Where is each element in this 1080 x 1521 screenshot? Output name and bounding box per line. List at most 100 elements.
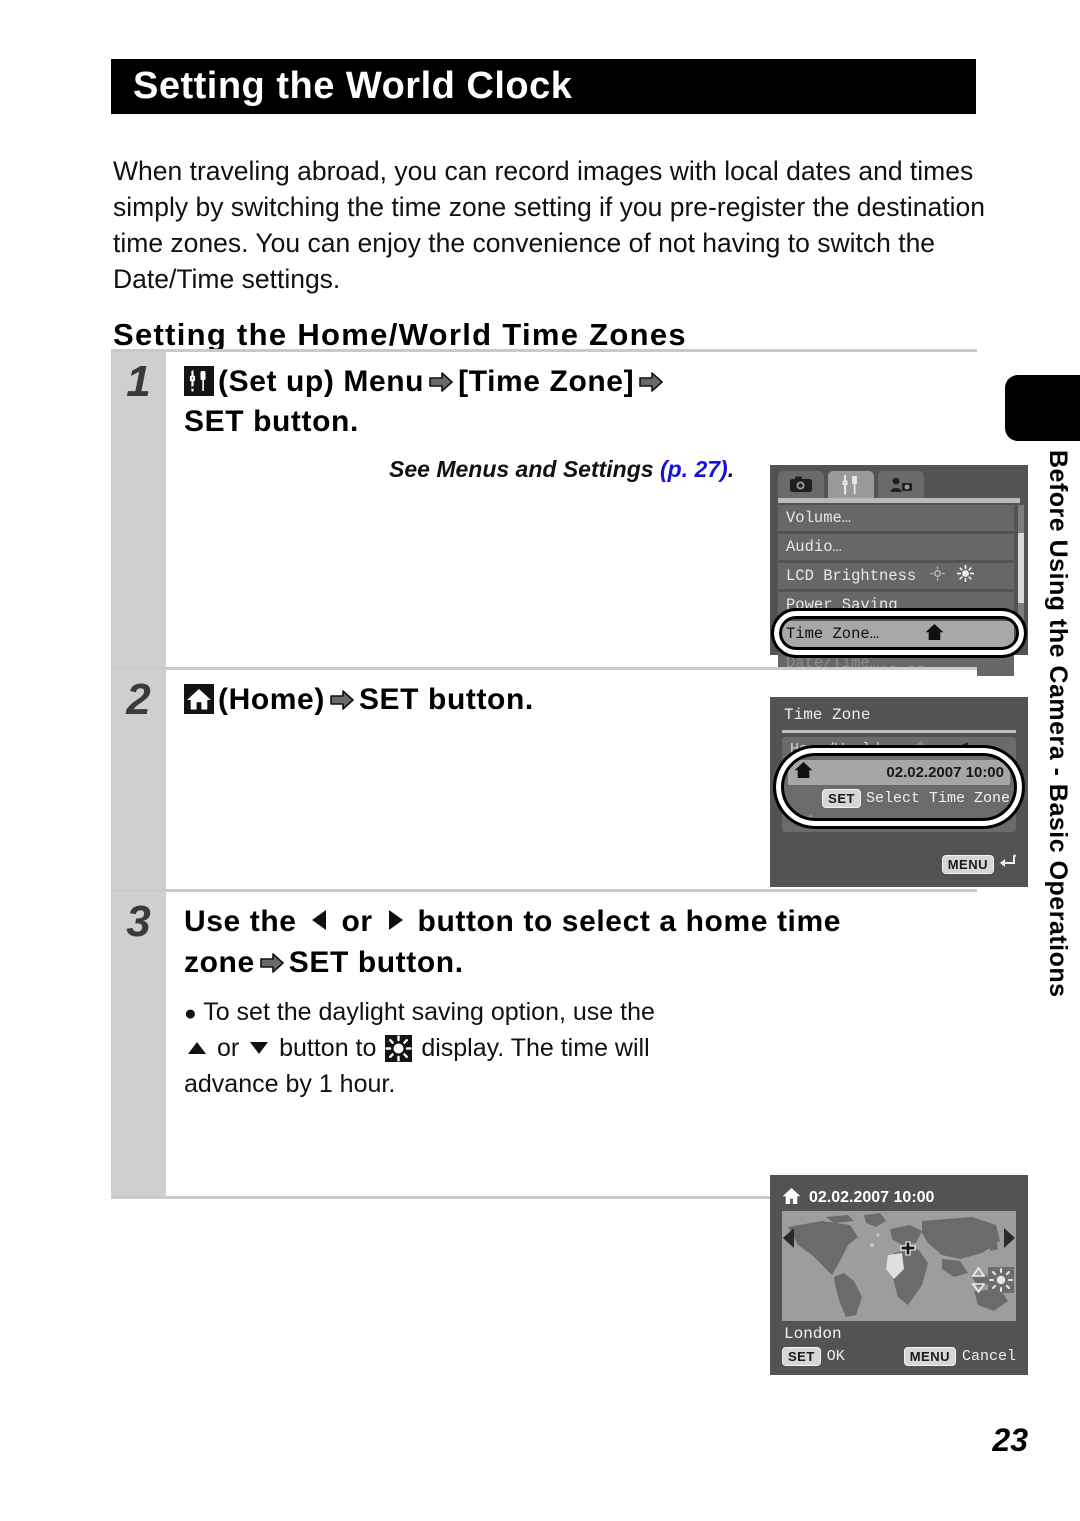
section-title: Setting the Home/World Time Zones xyxy=(113,316,687,352)
tab-setup[interactable] xyxy=(828,471,874,498)
home-time-zone-row[interactable]: 02.02.2007 10:00 xyxy=(788,760,1010,785)
arrow-right-icon xyxy=(329,683,355,710)
step-1: 1 (Set up) Menu [Time Zone] SET button. S… xyxy=(111,349,1028,681)
time-zone-screen-title: Time Zone xyxy=(784,706,871,724)
steps-list: 1 (Set up) Menu [Time Zone] SET button. S… xyxy=(111,349,1028,1375)
menu-tab-bar xyxy=(778,471,924,498)
menu-item-power-saving-label: Power Saving xyxy=(786,596,898,614)
menu-action-label: Cancel xyxy=(961,1348,1016,1365)
home-icon xyxy=(925,623,944,646)
bullet-note-text-1: To set the daylight saving option, use t… xyxy=(203,998,655,1026)
step-3-heading-text-5: SET button. xyxy=(288,946,464,979)
home-world-label: Home/World xyxy=(790,741,881,758)
daylight-saving-icon xyxy=(988,1267,1014,1298)
brightness-dim-icon xyxy=(930,566,946,586)
step-3-bullet-note: ● To set the daylight saving option, use… xyxy=(184,995,684,1102)
step-3-heading: Use the or button to select a home time … xyxy=(184,902,977,983)
arrow-left-icon xyxy=(309,903,330,943)
chapter-tab-marker xyxy=(1005,375,1080,441)
step-3-heading-text-4: zone xyxy=(184,946,255,979)
time-zone-title-rule xyxy=(782,730,1016,733)
set-badge: SET xyxy=(822,789,861,808)
select-time-zone-hint-text: Select Time Zone xyxy=(865,790,1010,807)
step-3: 3 Use the or button to select a home tim… xyxy=(111,889,1028,1375)
map-footer-hints: SET OK MENU Cancel xyxy=(782,1347,1016,1366)
step-1-body: (Set up) Menu [Time Zone] SET button. See… xyxy=(166,352,1028,681)
arrow-right-icon xyxy=(638,365,664,392)
step-3-body: Use the or button to select a home time … xyxy=(166,892,1028,1375)
step-1-heading-text-2: [Time Zone] xyxy=(458,365,635,398)
menu-item-volume-label: Volume… xyxy=(786,509,852,527)
menu-return-hint: MENU xyxy=(941,854,1016,875)
tab-camera[interactable] xyxy=(778,471,824,498)
cross-reference-text: See Menus and Settings xyxy=(389,456,660,482)
menu-badge: MENU xyxy=(941,855,994,874)
bullet-point-icon: ● xyxy=(184,1002,197,1025)
tab-my-camera[interactable] xyxy=(878,471,924,498)
step-2-number-column: 2 xyxy=(111,670,166,889)
select-time-zone-hint: SET Select Time Zone xyxy=(788,789,1010,808)
menu-item-volume[interactable]: Volume… xyxy=(778,505,1014,531)
plane-tab-icon[interactable] xyxy=(950,739,969,761)
brightness-bright-icon xyxy=(957,564,975,587)
menu-item-lcd-brightness[interactable]: LCD Brightness xyxy=(778,563,1014,589)
step-2: 2 (Home) SET button. Time Zone Home/World xyxy=(111,667,1028,889)
arrow-right-icon xyxy=(259,946,285,973)
map-city-label: London xyxy=(784,1325,842,1343)
map-next-zone-arrow[interactable] xyxy=(1002,1227,1016,1249)
menu-item-audio-label: Audio… xyxy=(786,538,842,556)
set-badge: SET xyxy=(782,1347,821,1366)
page-title-bar: Setting the World Clock xyxy=(111,59,976,114)
step-2-heading-text-2: SET button. xyxy=(358,683,534,716)
menu-item-power-saving[interactable]: Power Saving xyxy=(778,592,1014,618)
page-title: Setting the World Clock xyxy=(133,65,573,107)
plane-icon xyxy=(794,811,813,833)
step-1-heading-text-3: SET button. xyxy=(184,405,359,438)
step-3-heading-text-2: or xyxy=(341,905,373,938)
map-previous-zone-arrow[interactable] xyxy=(782,1227,796,1249)
map-header: 02.02.2007 10:00 xyxy=(782,1185,1016,1211)
home-tab-icon[interactable] xyxy=(912,740,929,761)
menu-item-lcd-brightness-label: LCD Brightness xyxy=(786,567,917,585)
world-datetime: --.--.-- --:-- xyxy=(877,813,1004,831)
bullet-note-text-2: or xyxy=(216,1034,240,1062)
arrow-down-icon xyxy=(249,1032,269,1067)
map-location-pin-icon xyxy=(900,1241,916,1262)
up-down-arrows-icon xyxy=(971,1266,986,1298)
step-2-heading-text-1: (Home) xyxy=(218,683,325,716)
world-time-zone-row[interactable]: --.--.-- --:-- xyxy=(788,811,1010,833)
setup-icon xyxy=(184,366,214,396)
step-3-number: 3 xyxy=(126,897,151,946)
world-map[interactable] xyxy=(782,1211,1016,1321)
home-icon xyxy=(794,761,813,784)
menu-item-audio[interactable]: Audio… xyxy=(778,534,1014,560)
step-1-number-column: 1 xyxy=(111,352,166,667)
map-daylight-saving-control[interactable] xyxy=(971,1266,1014,1298)
page-number: 23 xyxy=(992,1422,1028,1458)
arrow-up-icon xyxy=(187,1032,207,1067)
step-2-heading: (Home) SET button. xyxy=(184,680,804,720)
cross-reference-period: . xyxy=(727,456,735,482)
menu-item-time-zone-label: Time Zone… xyxy=(786,625,880,643)
intro-paragraph: When traveling abroad, you can record im… xyxy=(113,155,985,294)
arrow-right-icon xyxy=(428,365,454,392)
step-1-heading: (Set up) Menu [Time Zone] SET button. xyxy=(184,362,804,442)
setup-menu-list: Volume… Audio… LCD Brightness Power Savi… xyxy=(778,505,1014,681)
world-map-graphic xyxy=(782,1211,1016,1321)
arrow-right-triangle-icon xyxy=(385,903,406,943)
bullet-note-text-3: button to xyxy=(279,1034,377,1062)
lcd-setup-menu-screenshot: Volume… Audio… LCD Brightness Power Savi… xyxy=(770,465,1028,681)
step-2-body: (Home) SET button. Time Zone Home/World xyxy=(166,670,1028,889)
time-zone-panel: Home/World 02.02.2007 10:00 SET Select T… xyxy=(782,737,1016,832)
menu-badge: MENU xyxy=(903,1347,956,1366)
cross-reference-link[interactable]: (p. 27) xyxy=(660,456,728,482)
map-datetime: 02.02.2007 10:00 xyxy=(809,1189,935,1206)
chapter-side-label: Before Using the Camera - Basic Operatio… xyxy=(1044,450,1072,998)
step-3-number-column: 3 xyxy=(111,892,166,1196)
step-3-heading-text-3: button to select a home time xyxy=(417,905,842,938)
menu-tab-underline xyxy=(778,498,1020,503)
home-icon xyxy=(184,684,214,714)
step-1-number: 1 xyxy=(126,357,151,406)
menu-item-time-zone[interactable]: Time Zone… xyxy=(778,621,1014,647)
step-2-number: 2 xyxy=(126,675,151,724)
